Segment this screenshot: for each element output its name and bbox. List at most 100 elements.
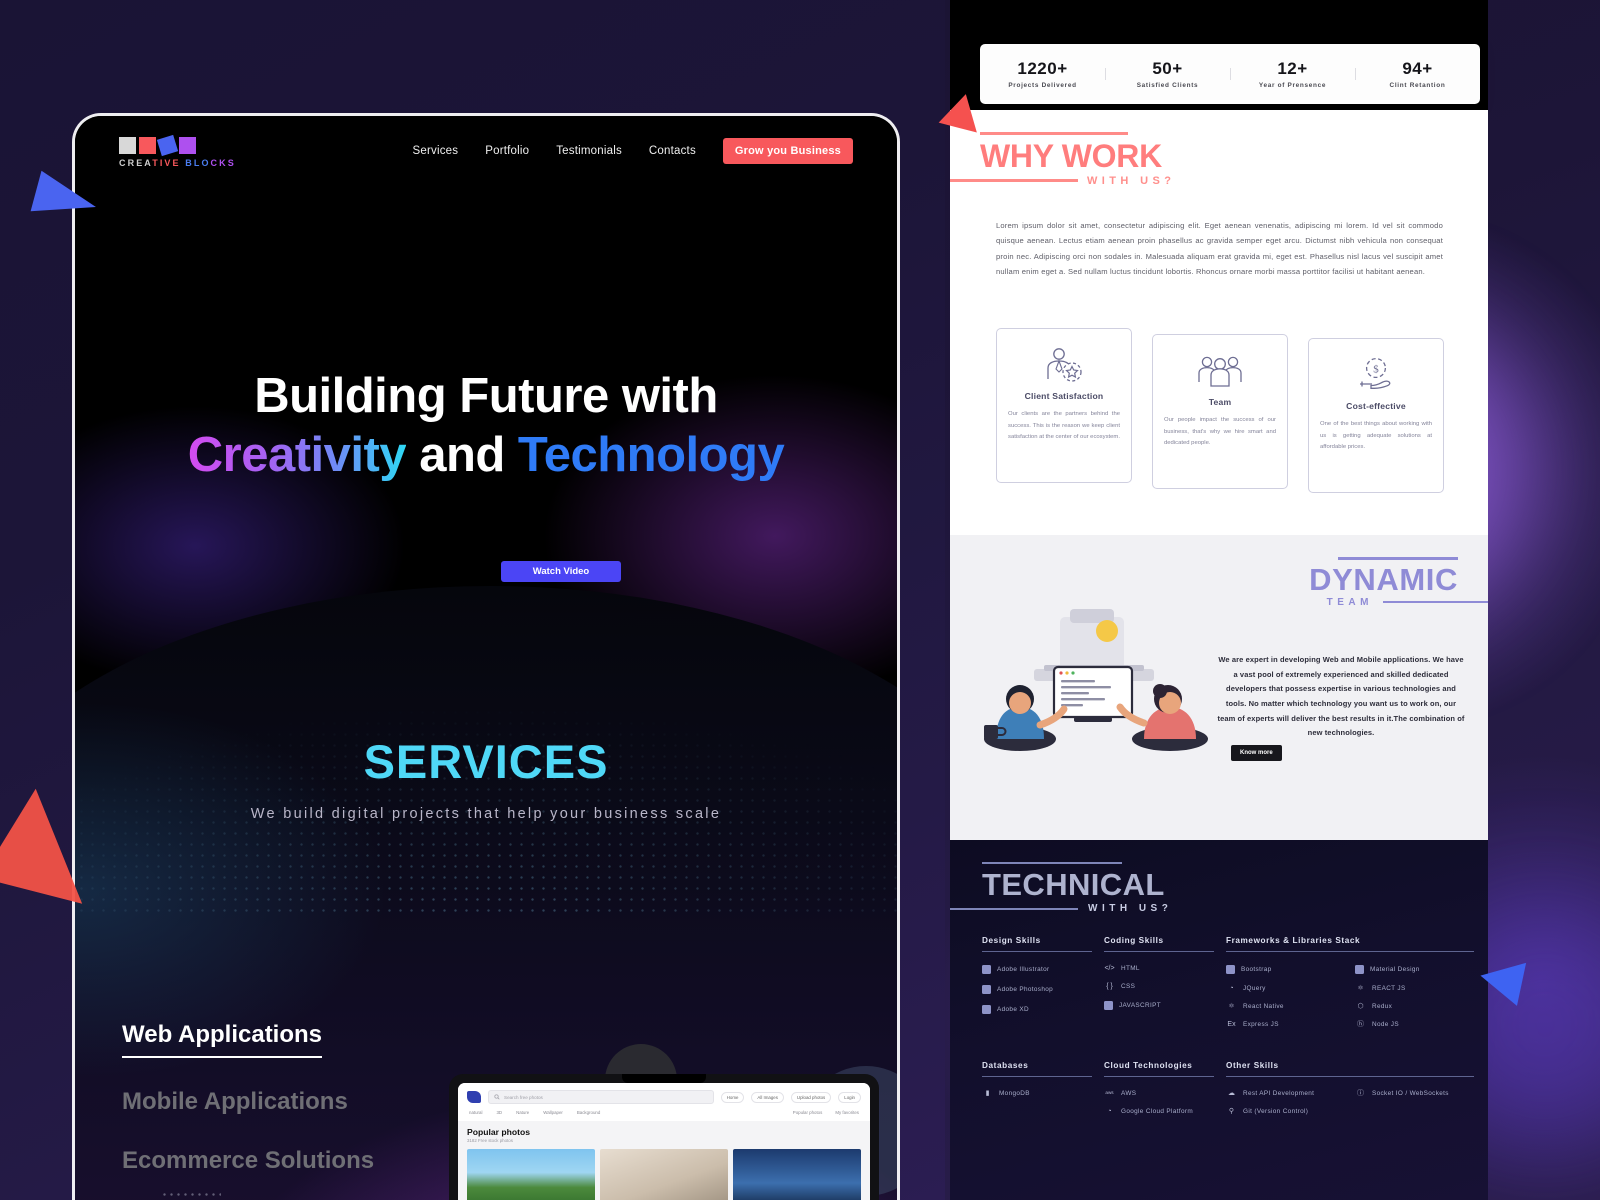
feature-card-client-satisfaction[interactable]: Client Satisfaction Our clients are the …	[996, 328, 1132, 483]
feature-card-title: Cost-effective	[1346, 401, 1406, 411]
skill-item-node-js[interactable]: ⓗ Node JS	[1355, 1021, 1474, 1028]
nav-links: Services Portfolio Testimonials Contacts…	[413, 138, 853, 164]
hero-word-and: and	[406, 428, 518, 483]
skill-item-mongodb[interactable]: ▮ MongoDB	[982, 1090, 1092, 1097]
nav-item-contacts[interactable]: Contacts	[649, 145, 696, 157]
service-item-mobile-applications[interactable]: Mobile Applications	[122, 1088, 439, 1116]
service-item-web-applications[interactable]: Web Applications	[122, 1021, 323, 1059]
skill-item-google-cloud[interactable]: ◔ Google Cloud Platform	[1104, 1108, 1214, 1115]
skill-item-adobe-illustrator[interactable]: Adobe Illustrator	[982, 965, 1092, 974]
css-icon: { }	[1106, 983, 1113, 990]
feature-card-body: Our people impact the success of our bus…	[1164, 417, 1276, 447]
skill-item-react-js[interactable]: ⚛ REACT JS	[1355, 985, 1474, 992]
heading-rule-top	[1338, 557, 1458, 560]
stock-tab-nature[interactable]: Nature	[516, 1110, 529, 1115]
stock-tab-my-favorites[interactable]: My favorites	[835, 1110, 859, 1115]
skill-item-express-js[interactable]: Ex Express JS	[1226, 1021, 1345, 1028]
skill-label: AWS	[1121, 1090, 1137, 1097]
skill-item-react-native[interactable]: ⚛ React Native	[1226, 1003, 1345, 1010]
know-more-button[interactable]: Know more	[1231, 745, 1282, 761]
skill-label: MongoDB	[999, 1090, 1030, 1097]
stock-photo-grid	[458, 1146, 870, 1200]
stock-popular-title: Popular photos	[467, 1127, 531, 1137]
stock-tab-3d[interactable]: 3D	[496, 1110, 502, 1115]
services-list: Web Applications Mobile Applications Eco…	[122, 1021, 439, 1200]
why-work-paragraph: Lorem ipsum dolor sit amet, consectetur …	[996, 221, 1443, 276]
stock-action-all-images[interactable]: All Images	[751, 1091, 784, 1103]
skill-item-rest-api[interactable]: ☁ Rest API Development	[1226, 1090, 1345, 1097]
stat-label: Projects Delivered	[1008, 82, 1077, 89]
services-subtitle: We build digital projects that help your…	[250, 806, 722, 822]
skill-item-material-design[interactable]: Material Design	[1355, 965, 1474, 974]
google-cloud-icon: ◔	[1107, 1108, 1112, 1115]
logo-part-2: TIVE	[152, 157, 181, 168]
skill-label: REACT JS	[1372, 985, 1406, 992]
hero-headline-line2: Creativity and Technology	[75, 428, 897, 483]
technical-section: TECHNICAL WITH US? Design Skills Adobe I…	[950, 840, 1488, 1200]
skill-item-jquery[interactable]: ◔ JQuery	[1226, 985, 1345, 992]
skill-item-aws[interactable]: aws AWS	[1104, 1090, 1214, 1097]
site-navbar: CREATIVE BLOCKS Services Portfolio Testi…	[75, 116, 897, 186]
brand-logo[interactable]: CREATIVE BLOCKS	[119, 134, 236, 168]
feature-card-body: Our clients are the partners behind the …	[1008, 411, 1120, 441]
feature-card-body: One of the best things about working wit…	[1320, 421, 1432, 451]
skill-group-cloud-technologies: Cloud Technologies aws AWS ◔ Google Cloud …	[1104, 1061, 1214, 1126]
skill-item-adobe-xd[interactable]: Adobe XD	[982, 1005, 1092, 1014]
skill-item-redux[interactable]: ⬡ Redux	[1355, 1003, 1474, 1010]
stock-photo-thumb[interactable]	[600, 1149, 728, 1200]
adobe-xd-icon	[982, 1005, 991, 1014]
stock-tab-wallpaper[interactable]: Wallpaper	[543, 1110, 563, 1115]
skill-label: Material Design	[1370, 966, 1420, 973]
skill-group-heading: Design Skills	[982, 936, 1092, 952]
skill-label: Google Cloud Platform	[1121, 1108, 1193, 1115]
stock-photo-thumb[interactable]	[733, 1149, 861, 1200]
stat-value: 1220+	[1017, 59, 1068, 78]
service-item-ecommerce-solutions[interactable]: Ecommerce Solutions	[122, 1147, 439, 1175]
stock-category-tabs: natural 3D Nature Wallpaper Background P…	[467, 1104, 861, 1121]
javascript-icon	[1104, 1001, 1113, 1010]
feature-card-team[interactable]: Team Our people impact the success of ou…	[1152, 334, 1288, 489]
skill-item-css[interactable]: { } CSS	[1104, 983, 1214, 990]
stat-projects-delivered: 1220+ Projects Delivered	[980, 59, 1105, 89]
stock-tab-popular-photos[interactable]: Popular photos	[793, 1110, 823, 1115]
stock-photo-thumb[interactable]	[467, 1149, 595, 1200]
skill-item-bootstrap[interactable]: Bootstrap	[1226, 965, 1345, 974]
nav-item-portfolio[interactable]: Portfolio	[485, 145, 529, 157]
logo-part-4: CKS	[210, 157, 236, 168]
skill-item-html[interactable]: </> HTML	[1104, 965, 1214, 972]
feature-card-cost-effective[interactable]: $ Cost-effective One of the best things …	[1308, 338, 1444, 493]
skill-item-javascript[interactable]: JAVASCRIPT	[1104, 1001, 1214, 1010]
stock-tab-natural[interactable]: natural	[469, 1110, 482, 1115]
skill-label: Adobe Photoshop	[997, 986, 1054, 993]
skill-label: JQuery	[1243, 985, 1266, 992]
skill-item-socket-io[interactable]: ⓘ Socket IO / WebSockets	[1355, 1090, 1474, 1097]
skill-group-heading: Other Skills	[1226, 1061, 1474, 1077]
skill-item-git[interactable]: ⚲ Git (Version Control)	[1226, 1108, 1345, 1115]
services-title: SERVICES	[363, 735, 609, 788]
logo-blocks-icon	[119, 134, 236, 156]
watch-video-button[interactable]: Watch Video	[501, 561, 621, 582]
stock-action-upload-photos[interactable]: Upload photos	[790, 1091, 832, 1103]
stock-search-input[interactable]: Search free photos	[488, 1090, 714, 1104]
why-work-title: WHY WORK	[980, 137, 1162, 174]
skill-item-adobe-photoshop[interactable]: Adobe Photoshop	[982, 985, 1092, 994]
stat-value: 94+	[1402, 59, 1433, 78]
stock-tab-background[interactable]: Background	[577, 1110, 600, 1115]
feature-card-title: Team	[1208, 397, 1232, 407]
svg-text:$: $	[1373, 363, 1379, 375]
technical-heading: TECHNICAL WITH US?	[950, 862, 1172, 914]
grow-business-button[interactable]: Grow you Business	[722, 138, 853, 164]
why-work-subrow: WITH US?	[950, 175, 1175, 187]
jquery-icon: ◔	[1229, 985, 1234, 992]
nav-item-services[interactable]: Services	[413, 145, 459, 157]
skill-group-frameworks-libraries: Frameworks & Libraries Stack Bootstrap M…	[1226, 936, 1474, 1039]
stock-action-login[interactable]: Login	[838, 1091, 861, 1103]
laptop-screen: Search free photos Home All Images Uploa…	[458, 1083, 870, 1200]
mongodb-icon: ▮	[985, 1090, 990, 1097]
react-js-icon: ⚛	[1357, 985, 1364, 992]
stock-site-header: Search free photos Home All Images Uploa…	[458, 1083, 870, 1121]
nav-item-testimonials[interactable]: Testimonials	[556, 145, 622, 157]
technical-subrow: WITH US?	[950, 903, 1172, 914]
stock-action-home[interactable]: Home	[720, 1091, 745, 1103]
dynamic-team-section: DYNAMIC TEAM We are expert in developing…	[950, 535, 1488, 840]
